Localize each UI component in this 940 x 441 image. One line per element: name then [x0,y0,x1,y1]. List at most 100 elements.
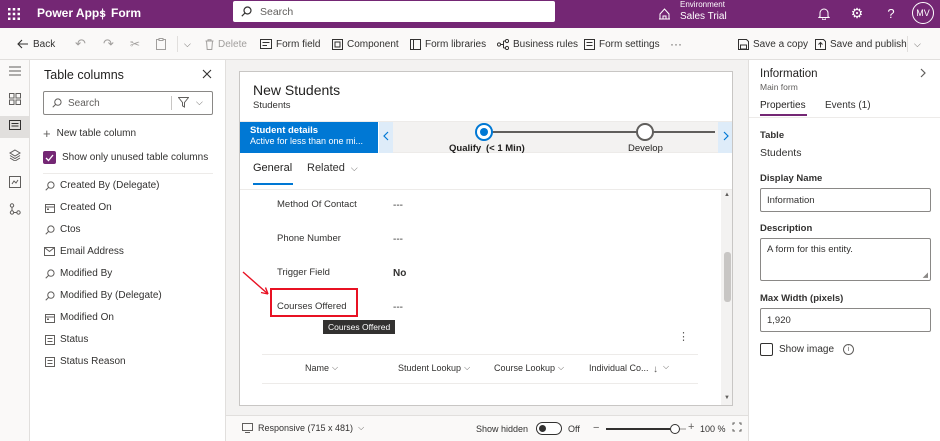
show-unused-label: Show only unused table columns [62,152,209,163]
chevron-down-icon[interactable]: ⌵ [184,28,191,60]
column-search-box[interactable]: Search ⌵ [43,91,213,115]
environment-name[interactable]: Sales Trial [680,11,727,22]
tree-view-icon[interactable] [8,203,22,217]
column-options-chevron-icon[interactable]: ⌵ [663,362,669,372]
column-item[interactable]: Status [44,334,88,345]
save-options-chevron-icon[interactable]: ⌵ [914,28,921,60]
subgrid-column-header[interactable]: Individual Co... [589,363,649,373]
resize-handle-icon[interactable]: ◢ [923,271,928,279]
search-box[interactable]: Search [233,1,555,22]
form-field-value[interactable]: --- [393,200,403,211]
display-name-field[interactable]: Information [760,188,931,212]
help-icon[interactable]: ? [883,5,899,21]
paste-icon[interactable] [156,28,166,60]
form-field-value[interactable]: --- [393,234,403,245]
zoom-slider[interactable] [606,424,686,434]
stage-develop-label[interactable]: Develop [628,143,663,154]
show-unused-checkbox[interactable]: Show only unused table columns [43,151,208,164]
column-item[interactable]: Modified By [44,268,112,279]
zoom-slider-thumb[interactable] [670,424,680,434]
form-field-row[interactable]: Phone Number --- [240,229,700,251]
filter-icon[interactable] [178,97,189,108]
column-item[interactable]: Status Reason [44,356,126,367]
panel-divider [43,173,213,174]
active-stage-subtitle: Active for less than one mi... [250,136,364,146]
environment-icon[interactable] [657,6,671,20]
column-item[interactable]: Modified By (Delegate) [44,290,162,301]
subgrid-more-icon[interactable]: ⋮ [678,330,689,343]
subgrid-column-header[interactable]: Course Lookup ⌵ [494,363,564,373]
fit-to-screen-icon[interactable] [732,422,742,432]
column-item[interactable]: Modified On [44,312,114,323]
bpf-next-button[interactable] [718,122,732,153]
column-item[interactable]: Email Address [44,246,124,257]
cut-icon[interactable]: ✂ [130,28,140,60]
zoom-in-icon[interactable]: + [688,421,694,433]
scroll-up-icon[interactable]: ▲ [724,192,730,198]
delete-button[interactable]: Delete [205,28,247,60]
show-image-checkbox[interactable]: Show image i [760,343,855,356]
chevron-down-icon[interactable]: ⌵ [196,97,203,108]
show-hidden-toggle[interactable] [536,422,562,435]
tab-related[interactable]: Related ⌵ [307,162,358,174]
tab-general[interactable]: General [253,162,293,186]
sort-down-arrow-icon[interactable]: ↓ [653,364,658,375]
responsive-label: Responsive (715 x 481) [258,423,354,433]
form-field-row[interactable]: Trigger Field No [240,263,700,285]
search-icon [241,6,252,17]
subgrid-column-header[interactable]: Student Lookup ⌵ [398,363,470,373]
plus-icon: + [43,126,51,141]
stage-qualify-label[interactable]: Qualify [449,143,481,154]
zoom-out-icon[interactable]: − [593,422,599,434]
active-stage-flyout[interactable]: Student details Active for less than one… [240,122,378,153]
section-name: Form [111,6,141,20]
stage-develop-node[interactable] [636,123,654,141]
scroll-down-icon[interactable]: ▼ [724,395,730,401]
bell-icon[interactable] [816,5,832,21]
business-rules-button[interactable]: Business rules [497,28,578,60]
form-field-value[interactable]: No [393,268,406,279]
user-avatar[interactable]: MV [912,2,934,24]
description-field[interactable]: A form for this entity. ◢ [760,238,931,281]
hamburger-menu-icon[interactable] [8,66,22,80]
max-width-field[interactable]: 1,920 [760,308,931,332]
info-icon[interactable]: i [843,344,855,355]
app-name[interactable]: Power Apps [37,6,106,20]
subgrid-column-header[interactable]: Name ⌵ [305,363,338,373]
form-field-value[interactable]: --- [393,302,403,313]
form-settings-button[interactable]: Form settings [584,28,660,60]
bpf-prev-button[interactable] [378,122,393,153]
stage-qualify-node[interactable] [475,123,493,141]
redo-icon[interactable]: ↷ [103,28,114,60]
form-field-button[interactable]: Form field [260,28,320,60]
tab-events[interactable]: Events (1) [825,100,871,111]
show-hidden-label: Show hidden [476,424,529,434]
subgrid-column-label: Individual Co... [589,363,649,373]
app-launcher-icon[interactable] [6,6,22,22]
new-table-column-button[interactable]: + New table column [43,126,136,141]
undo-icon[interactable]: ↶ [75,28,86,60]
close-icon[interactable] [201,68,213,80]
more-commands-button[interactable]: ··· [670,28,682,60]
form-field-row[interactable]: Method Of Contact --- [240,195,700,217]
components-icon[interactable] [8,93,22,107]
form-scrollbar[interactable]: ▲ ▼ [721,190,732,405]
chevron-right-icon[interactable] [920,68,926,78]
column-item[interactable]: Created By (Delegate) [44,180,160,191]
save-publish-button[interactable]: Save and publish [815,28,907,60]
lookup-icon [44,290,55,301]
responsive-dropdown[interactable]: Responsive (715 x 481) ⌵ [242,423,364,433]
layers-icon[interactable] [8,149,22,163]
column-item[interactable]: Created On [44,202,112,213]
component-button[interactable]: Component [332,28,399,60]
form-libraries-rail-icon[interactable] [8,176,22,190]
description-value: A form for this entity. [767,244,853,255]
tab-properties[interactable]: Properties [760,100,807,116]
scroll-thumb[interactable] [724,252,731,302]
form-libraries-button[interactable]: Form libraries [410,28,486,60]
back-button[interactable]: Back [17,28,55,60]
save-copy-button[interactable]: Save a copy [738,28,808,60]
settings-gear-icon[interactable]: ⚙ [849,5,865,21]
rail-selected-item[interactable] [0,116,29,138]
column-item[interactable]: Ctos [44,224,81,235]
